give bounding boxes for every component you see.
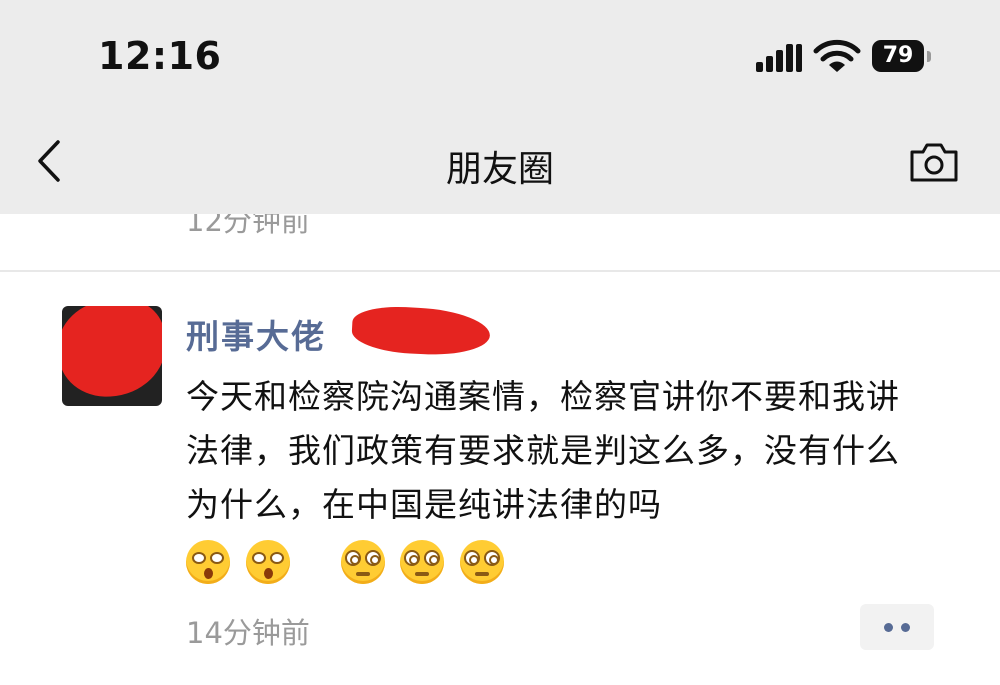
emoji-row — [186, 534, 508, 588]
shocked-emoji — [186, 540, 230, 584]
avatar-redaction — [62, 306, 162, 404]
dot-icon — [901, 623, 910, 632]
post-text: 今天和检察院沟通案情，检察官讲你不要和我讲法律，我们政策有要求就是判这么多，没有… — [186, 377, 900, 524]
shocked-emoji — [245, 540, 290, 584]
page-title: 朋友圈 — [445, 149, 554, 190]
dizzy-emoji — [400, 540, 444, 584]
wifi-icon — [813, 39, 861, 72]
battery-icon: 79 — [872, 40, 924, 72]
status-time: 12:16 — [98, 34, 222, 78]
top-header: 12:16 79 朋友圈 — [0, 0, 1000, 214]
dizzy-emoji — [459, 540, 504, 584]
author-name[interactable]: 刑事大佬 — [186, 310, 326, 358]
more-actions-button[interactable] — [860, 604, 934, 650]
dizzy-emoji — [340, 540, 385, 584]
battery-level: 79 — [882, 43, 914, 68]
cellular-signal-icon — [756, 40, 804, 72]
post-timestamp: 14分钟前 — [186, 616, 310, 650]
post-content: 今天和检察院沟通案情，检察官讲你不要和我讲法律，我们政策有要求就是判这么多，没有… — [186, 370, 926, 588]
battery-tip — [927, 51, 931, 62]
dot-icon — [884, 623, 893, 632]
post-divider — [0, 270, 1000, 272]
name-redaction — [350, 304, 492, 358]
camera-icon[interactable] — [908, 140, 960, 184]
avatar[interactable] — [62, 306, 162, 406]
